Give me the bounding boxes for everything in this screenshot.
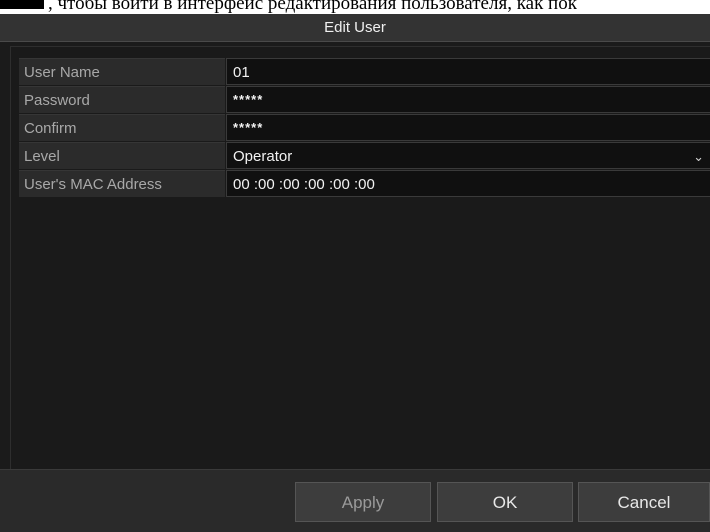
apply-button[interactable]: Apply (295, 482, 431, 522)
mac-address-row: User's MAC Address 00 : 00 : 00 : 00 : 0… (19, 170, 710, 197)
dialog-title: Edit User (0, 14, 710, 42)
confirm-label: Confirm (19, 114, 225, 141)
document-caption-text: , чтобы войти в интерфейс редактирования… (48, 0, 577, 14)
cancel-button[interactable]: Cancel (578, 482, 710, 522)
document-caption-strip: , чтобы войти в интерфейс редактирования… (0, 0, 710, 14)
user-name-label: User Name (19, 58, 225, 85)
level-select[interactable]: Operator ⌄ (226, 142, 710, 169)
user-name-row: User Name 01 (19, 58, 710, 85)
dialog-footer: Apply OK Cancel (0, 469, 710, 532)
edit-user-dialog: Edit User User Name 01 Password ***** Co… (0, 14, 710, 532)
user-name-field[interactable]: 01 (226, 58, 710, 85)
mac-octet-6[interactable]: 00 (358, 171, 375, 196)
confirm-password-field[interactable]: ***** (226, 114, 710, 141)
chevron-down-icon[interactable]: ⌄ (693, 143, 704, 170)
mac-address-label: User's MAC Address (19, 170, 225, 197)
caption-inline-button-image (0, 0, 44, 9)
level-row: Level Operator ⌄ (19, 142, 710, 169)
mac-octet-5[interactable]: 00 (333, 171, 350, 196)
password-label: Password (19, 86, 225, 113)
mac-address-field[interactable]: 00 : 00 : 00 : 00 : 00 : 00 (226, 170, 710, 197)
password-row: Password ***** (19, 86, 710, 113)
level-selected-value: Operator (233, 148, 293, 165)
password-field[interactable]: ***** (226, 86, 710, 113)
user-form: User Name 01 Password ***** Confirm ****… (19, 58, 710, 198)
mac-octet-4[interactable]: 00 (308, 171, 325, 196)
level-label: Level (19, 142, 225, 169)
confirm-row: Confirm ***** (19, 114, 710, 141)
mac-octet-2[interactable]: 00 (258, 171, 275, 196)
ok-button[interactable]: OK (437, 482, 573, 522)
mac-octet-3[interactable]: 00 (283, 171, 300, 196)
mac-octet-1[interactable]: 00 (233, 171, 250, 196)
